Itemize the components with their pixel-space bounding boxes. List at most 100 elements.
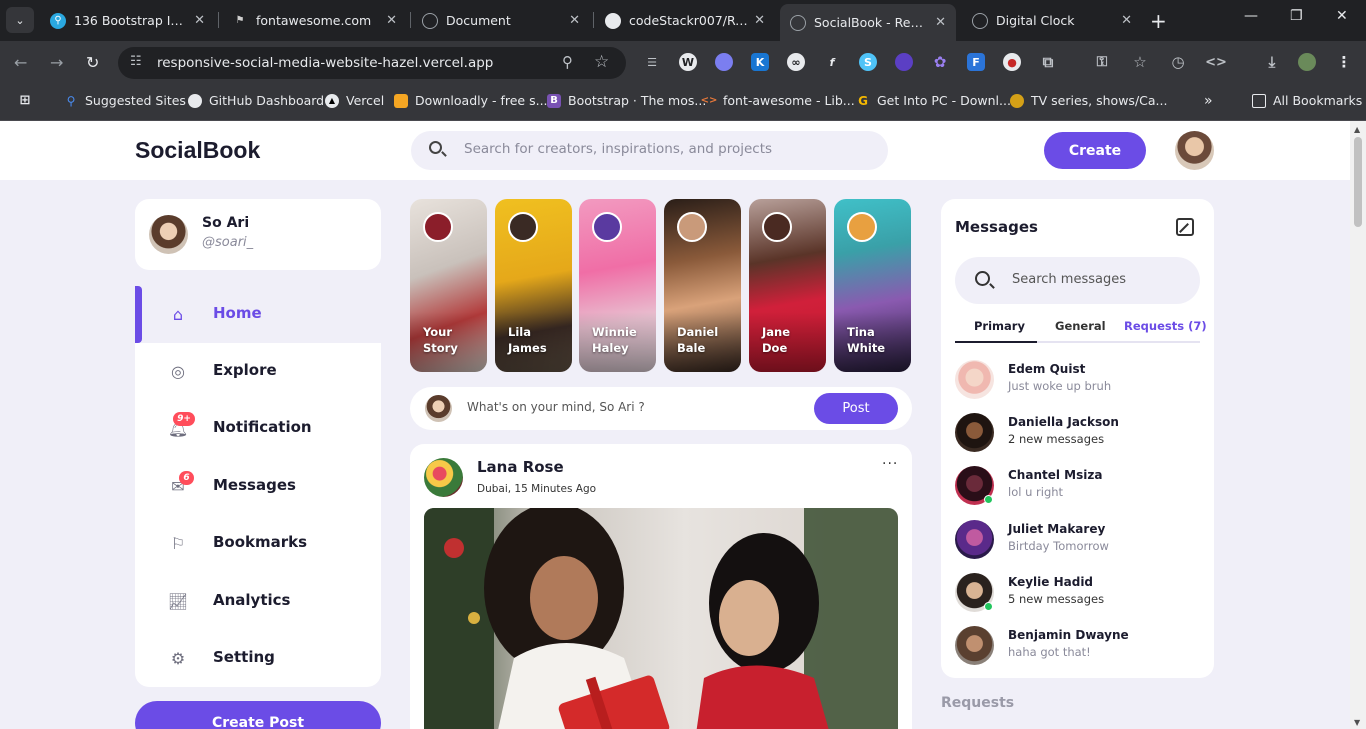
wordpress-icon[interactable]: W — [679, 53, 697, 71]
message-item[interactable]: Keylie Hadid 5 new messages — [955, 573, 1200, 615]
extension-icon[interactable]: ∞ — [787, 53, 805, 71]
close-window-icon[interactable]: ✕ — [1336, 8, 1348, 24]
download-icon[interactable]: ⤓ — [1263, 53, 1281, 71]
bookmark-suggested-sites[interactable]: ⚲ Suggested Sites — [64, 93, 186, 108]
post-photo[interactable] — [424, 508, 898, 729]
scroll-up-icon[interactable]: ▲ — [1354, 125, 1360, 134]
message-item[interactable]: Edem Quist Just woke up bruh — [955, 360, 1200, 402]
bootstrap-icon: B — [547, 93, 561, 108]
back-icon[interactable]: ← — [14, 53, 27, 72]
bookmark-bootstrap[interactable]: B Bootstrap · The mos... — [547, 93, 706, 108]
sidebar-item-explore[interactable]: ◎ Explore — [135, 343, 381, 400]
sidebar-item-setting[interactable]: ⚙ Setting — [135, 630, 381, 687]
site-info-icon[interactable]: ☷ — [130, 54, 142, 69]
create-post-button[interactable]: Create Post — [135, 701, 381, 729]
story-card[interactable]: Your Story — [410, 199, 487, 372]
close-icon[interactable]: ✕ — [935, 15, 946, 30]
all-bookmarks[interactable]: All Bookmarks — [1252, 93, 1362, 108]
extension-icon[interactable]: S — [859, 53, 877, 71]
story-name-line: Tina — [847, 325, 875, 339]
more-bookmarks-icon[interactable]: » — [1204, 93, 1213, 109]
close-icon[interactable]: ✕ — [1121, 13, 1132, 28]
key-icon[interactable]: ⚿ — [1093, 53, 1111, 71]
active-tab-indicator — [955, 341, 1037, 343]
k-extension-icon[interactable]: K — [751, 53, 769, 71]
sidebar-item-messages[interactable]: ✉ 6 Messages — [135, 458, 381, 515]
close-icon[interactable]: ✕ — [754, 13, 765, 28]
bookmark-downloadly[interactable]: Downloadly - free s... — [394, 93, 548, 108]
message-item[interactable]: Chantel Msiza lol u right — [955, 466, 1200, 508]
avatar[interactable] — [1175, 131, 1214, 170]
extension-icon[interactable]: ● — [1003, 53, 1021, 71]
restore-icon[interactable]: ❐ — [1290, 8, 1303, 24]
bookmark-github[interactable]: GitHub Dashboard — [188, 93, 324, 108]
app-logo[interactable]: SocialBook — [135, 137, 260, 164]
sidebar-item-bookmarks[interactable]: ⚐ Bookmarks — [135, 515, 381, 572]
post-author[interactable]: Lana Rose — [477, 458, 564, 476]
story-card[interactable]: Daniel Bale — [664, 199, 741, 372]
post-input[interactable] — [467, 400, 787, 414]
bookmark-font-awesome[interactable]: <> font-awesome - Lib... — [701, 93, 855, 108]
message-item[interactable]: Daniella Jackson 2 new messages — [955, 413, 1200, 455]
reading-list-icon[interactable]: ☰ — [643, 53, 661, 71]
devtools-icon[interactable]: <> — [1205, 53, 1227, 71]
tab-fontawesome[interactable]: ⚑ fontawesome.com ✕ — [222, 4, 407, 37]
puzzle-icon[interactable]: ⧉ — [1039, 53, 1057, 71]
tab-search-button[interactable]: ⌄ — [6, 7, 34, 33]
tab-document[interactable]: Document ✕ — [412, 4, 590, 37]
tab-general[interactable]: General — [1055, 319, 1106, 333]
scrollbar-thumb[interactable] — [1354, 137, 1362, 227]
message-item[interactable]: Juliet Makarey Birtday Tomorrow — [955, 520, 1200, 562]
bookmark-star-icon[interactable]: ☆ — [594, 52, 609, 72]
search-input[interactable] — [464, 141, 864, 157]
apps-grid-icon[interactable]: ⊞ — [18, 93, 39, 108]
more-options-icon[interactable]: ··· — [882, 456, 898, 472]
extension-icon[interactable]: F — [967, 53, 985, 71]
extension-icon[interactable] — [895, 53, 913, 71]
message-item[interactable]: Benjamin Dwayne haha got that! — [955, 626, 1200, 668]
close-icon[interactable]: ✕ — [386, 13, 397, 28]
close-icon[interactable]: ✕ — [194, 13, 205, 28]
bookmark-tv-series[interactable]: TV series, shows/Ca... — [1010, 93, 1167, 108]
tab-github[interactable]: codeStackr007/Respo ✕ — [595, 4, 775, 37]
tab-primary[interactable]: Primary — [974, 319, 1025, 333]
tab-requests[interactable]: Requests (7) — [1124, 319, 1207, 333]
gear-extension-icon[interactable]: ✿ — [931, 53, 949, 71]
story-name: Daniel Bale — [677, 324, 737, 356]
post-button[interactable]: Post — [814, 393, 898, 424]
forward-icon[interactable]: → — [50, 53, 63, 72]
page-scrollbar[interactable]: ▲ ▼ — [1350, 121, 1366, 729]
edit-icon[interactable] — [1176, 218, 1194, 236]
tab-bootstrap-icons[interactable]: ⚲ 136 Bootstrap Icons, L ✕ — [40, 4, 215, 37]
bookmark-vercel[interactable]: ▲ Vercel — [325, 93, 384, 108]
kebab-menu-icon[interactable]: ⋮ — [1335, 53, 1353, 71]
history-icon[interactable]: ◷ — [1169, 53, 1187, 71]
sidebar-item-notification[interactable]: 🔔︎ 9+ Notification — [135, 400, 381, 457]
scroll-down-icon[interactable]: ▼ — [1354, 718, 1360, 727]
minimize-icon[interactable]: — — [1244, 8, 1258, 24]
formula-icon[interactable]: f — [823, 53, 841, 71]
address-bar[interactable]: ☷ responsive-social-media-website-hazel.… — [118, 47, 626, 79]
profile-avatar[interactable] — [1298, 53, 1316, 71]
tab-socialbook[interactable]: SocialBook - Respons ✕ — [780, 4, 956, 41]
bookmark-get-into-pc[interactable]: G Get Into PC - Downl... — [856, 93, 1011, 108]
new-tab-icon[interactable]: + — [1150, 9, 1167, 33]
messages-panel: Messages Primary General Requests (7) Ed… — [941, 199, 1214, 678]
extension-icon[interactable] — [715, 53, 733, 71]
message-search-input[interactable] — [1012, 272, 1182, 287]
story-card[interactable]: Jane Doe — [749, 199, 826, 372]
sidebar-item-home[interactable]: ⌂ Home — [135, 286, 381, 343]
online-indicator — [984, 602, 993, 611]
avatar[interactable] — [424, 458, 463, 497]
create-button[interactable]: Create — [1044, 132, 1146, 169]
close-icon[interactable]: ✕ — [569, 13, 580, 28]
profile-card[interactable]: So Ari @soari_ — [135, 199, 381, 270]
story-card[interactable]: Winnie Haley — [579, 199, 656, 372]
zoom-icon[interactable]: ⚲ — [562, 53, 573, 71]
sidebar-item-analytics[interactable]: 📈︎ Analytics — [135, 573, 381, 630]
tab-digital-clock[interactable]: Digital Clock ✕ — [962, 4, 1142, 37]
story-card[interactable]: Tina White — [834, 199, 911, 372]
favorites-icon[interactable]: ☆ — [1131, 53, 1149, 71]
reload-icon[interactable]: ↻ — [86, 53, 99, 72]
story-card[interactable]: Lila James — [495, 199, 572, 372]
